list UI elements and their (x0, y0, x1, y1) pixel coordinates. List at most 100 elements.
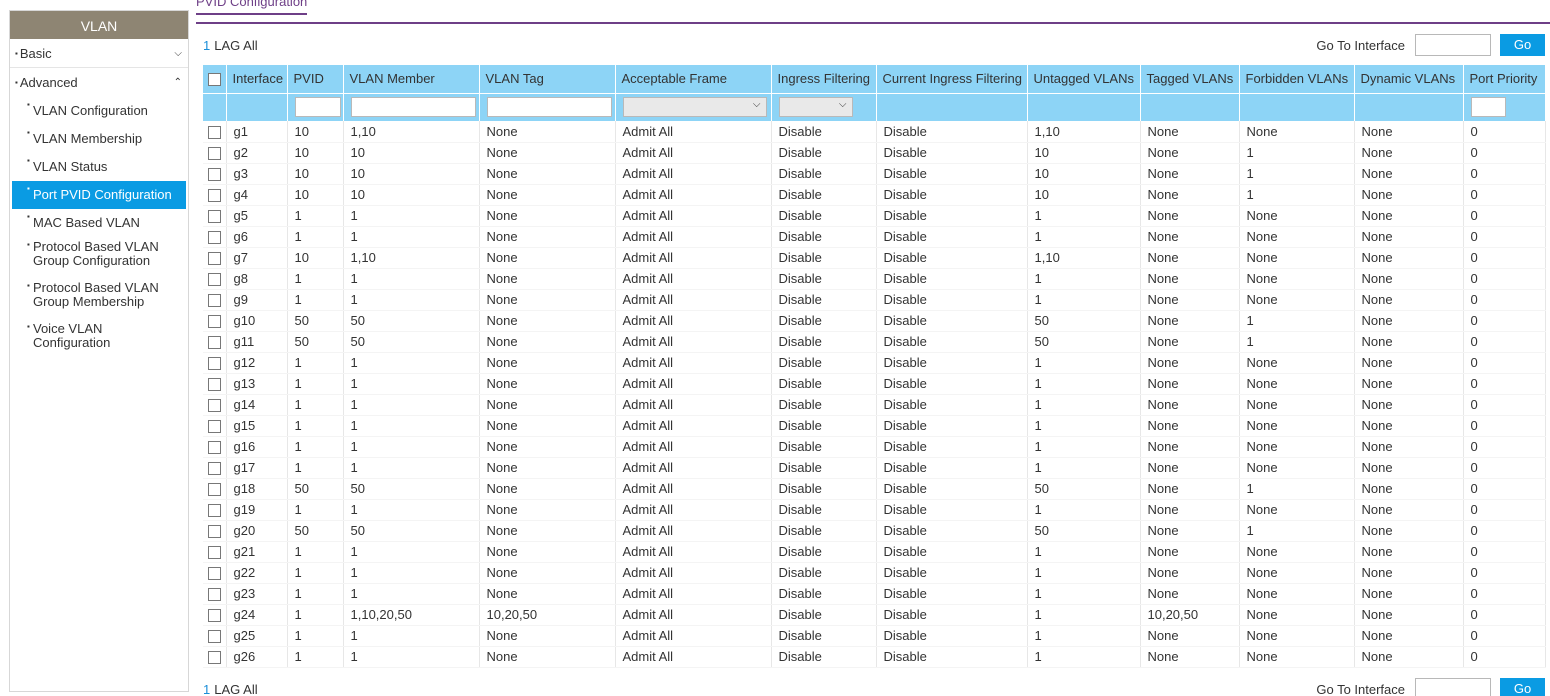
row-checkbox[interactable] (208, 630, 221, 644)
table-row[interactable]: g13 1 1 None Admit All Disable Disable 1 None Non… (203, 373, 1546, 395)
row-checkbox[interactable] (208, 399, 221, 413)
lag-label[interactable]: LAG All (214, 682, 257, 696)
table-row[interactable]: g3 10 10 None Admit All Disable Disable 10 None 1… (203, 163, 1546, 185)
table-row[interactable]: g20 50 50 None Admit All Disable Disable 50 None… (203, 520, 1546, 542)
cell-dynamic-vlans: None (1354, 457, 1464, 479)
row-checkbox[interactable] (208, 504, 221, 518)
table-row[interactable]: g15 1 1 None Admit All Disable Disable 1 None Non… (203, 415, 1546, 437)
table-row[interactable]: g26 1 1 None Admit All Disable Disable 1 None Non… (203, 646, 1546, 668)
table-row[interactable]: g19 1 1 None Admit All Disable Disable 1 None Non… (203, 499, 1546, 521)
table-row[interactable]: g24 1 1,10,20,50 10,20,50 Admit All Disable Di… (203, 604, 1546, 626)
table-row[interactable]: g23 1 1 None Admit All Disable Disable 1 None Non… (203, 583, 1546, 605)
goto-interface-input[interactable] (1415, 34, 1491, 56)
row-checkbox[interactable] (208, 357, 221, 371)
row-checkbox[interactable] (208, 315, 221, 329)
select-all-checkbox[interactable] (208, 73, 221, 87)
cell-untagged-vlans: 1 (1027, 289, 1141, 311)
sidebar-item-vlan-status[interactable]: ▪ VLAN Status (10, 153, 188, 181)
row-checkbox[interactable] (208, 168, 221, 182)
table-row[interactable]: g2 10 10 None Admit All Disable Disable 10 None 1… (203, 142, 1546, 164)
row-checkbox[interactable] (208, 336, 221, 350)
table-row[interactable]: g5 1 1 None Admit All Disable Disable 1 None None… (203, 205, 1546, 227)
cell-current-ingress-filtering: Disable (876, 184, 1028, 206)
row-checkbox[interactable] (208, 189, 221, 203)
row-checkbox[interactable] (208, 462, 221, 476)
pvid-input[interactable] (294, 97, 341, 118)
table-row[interactable]: g4 10 10 None Admit All Disable Disable 10 None 1… (203, 184, 1546, 206)
table-row[interactable]: g9 1 1 None Admit All Disable Disable 1 None None… (203, 289, 1546, 311)
cell-ingress-filtering: Disable (771, 310, 877, 332)
row-checkbox-cell (203, 520, 227, 542)
vlan-member-input[interactable] (350, 97, 476, 118)
sidebar-item-voice-vlan-configuration[interactable]: ▪ Voice VLAN Configuration (10, 319, 188, 360)
row-checkbox[interactable] (208, 420, 221, 434)
row-checkbox[interactable] (208, 147, 221, 161)
cell-ingress-filtering: Disable (771, 646, 877, 668)
table-row[interactable]: g7 10 1,10 None Admit All Disable Disable 1,10 N… (203, 247, 1546, 269)
row-checkbox[interactable] (208, 567, 221, 581)
row-checkbox[interactable] (208, 378, 221, 392)
table-row[interactable]: g11 50 50 None Admit All Disable Disable 50 None… (203, 331, 1546, 353)
table-row[interactable]: g16 1 1 None Admit All Disable Disable 1 None Non… (203, 436, 1546, 458)
go-button[interactable]: Go (1500, 678, 1545, 696)
lag-filter[interactable]: 1 LAG All (203, 682, 258, 696)
table-row[interactable]: g22 1 1 None Admit All Disable Disable 1 None Non… (203, 562, 1546, 584)
row-checkbox[interactable] (208, 525, 221, 539)
row-checkbox[interactable] (208, 588, 221, 602)
cell-pvid: 10 (287, 163, 344, 185)
cell-untagged-vlans: 1 (1027, 205, 1141, 227)
table-row[interactable]: g10 50 50 None Admit All Disable Disable 50 None… (203, 310, 1546, 332)
cell-dynamic-vlans: None (1354, 205, 1464, 227)
table-row[interactable]: g1 10 1,10 None Admit All Disable Disable 1,10 N… (203, 121, 1546, 143)
lag-label[interactable]: LAG All (214, 38, 257, 53)
table-row[interactable]: g25 1 1 None Admit All Disable Disable 1 None Non… (203, 625, 1546, 647)
cell-untagged-vlans: 10 (1027, 163, 1141, 185)
lag-number[interactable]: 1 (203, 38, 210, 53)
table-row[interactable]: g14 1 1 None Admit All Disable Disable 1 None Non… (203, 394, 1546, 416)
sidebar-item-protocol-vlan-group-membership[interactable]: ▪ Protocol Based VLAN Group Membership (10, 278, 188, 319)
row-checkbox[interactable] (208, 210, 221, 224)
row-checkbox[interactable] (208, 252, 221, 266)
row-checkbox[interactable] (208, 231, 221, 245)
table-row[interactable]: g12 1 1 None Admit All Disable Disable 1 None Non… (203, 352, 1546, 374)
table-row[interactable]: g18 50 50 None Admit All Disable Disable 50 None… (203, 478, 1546, 500)
sidebar-item-port-pvid-configuration[interactable]: ▪ Port PVID Configuration (12, 181, 186, 209)
row-checkbox[interactable] (208, 651, 221, 665)
lag-filter[interactable]: 1 LAG All (203, 38, 258, 53)
row-checkbox[interactable] (208, 125, 221, 139)
cell-dynamic-vlans: None (1354, 415, 1464, 437)
row-checkbox[interactable] (208, 294, 221, 308)
row-checkbox[interactable] (208, 273, 221, 287)
row-checkbox[interactable] (208, 609, 221, 623)
table-row[interactable]: g17 1 1 None Admit All Disable Disable 1 None Non… (203, 457, 1546, 479)
cell-interface: g23 (226, 583, 288, 605)
ingress-filtering-select[interactable]: ⌵ (778, 97, 853, 118)
cell-current-ingress-filtering: Disable (876, 604, 1028, 626)
sidebar-item-mac-based-vlan[interactable]: ▪ MAC Based VLAN (10, 209, 188, 237)
chevron-down-icon: ⌵ (174, 48, 182, 59)
table-row[interactable]: g21 1 1 None Admit All Disable Disable 1 None Non… (203, 541, 1546, 563)
table-row[interactable]: g6 1 1 None Admit All Disable Disable 1 None None… (203, 226, 1546, 248)
menu-group-basic[interactable]: ▪ Basic ⌵ (10, 39, 188, 68)
acceptable-frame-select[interactable]: ⌵ (622, 97, 767, 118)
menu-group-advanced[interactable]: ▪ Advanced ⌃ (10, 68, 188, 97)
sidebar-item-vlan-membership[interactable]: ▪ VLAN Membership (10, 125, 188, 153)
row-checkbox[interactable] (208, 483, 221, 497)
cell-untagged-vlans: 50 (1027, 520, 1141, 542)
sidebar-item-protocol-vlan-group-configuration[interactable]: ▪ Protocol Based VLAN Group Configuration (10, 237, 188, 278)
table-row[interactable]: g8 1 1 None Admit All Disable Disable 1 None None… (203, 268, 1546, 290)
row-checkbox[interactable] (208, 441, 221, 455)
cell-pvid: 1 (287, 562, 344, 584)
sidebar-item-vlan-configuration[interactable]: ▪ VLAN Configuration (10, 97, 188, 125)
goto-interface-input[interactable] (1415, 678, 1491, 696)
page-title[interactable]: PVID Configuration (196, 0, 308, 15)
vlan-tag-input[interactable] (486, 97, 612, 118)
lag-number[interactable]: 1 (203, 682, 210, 696)
column-header-tagged-vlans: Tagged VLANs (1140, 65, 1240, 93)
row-checkbox-cell (203, 562, 227, 584)
port-priority-input[interactable] (1470, 97, 1506, 118)
row-checkbox[interactable] (208, 546, 221, 560)
go-button[interactable]: Go (1500, 34, 1545, 56)
cell-vlan-member: 50 (343, 520, 480, 542)
column-header-pvid: PVID (287, 65, 344, 93)
